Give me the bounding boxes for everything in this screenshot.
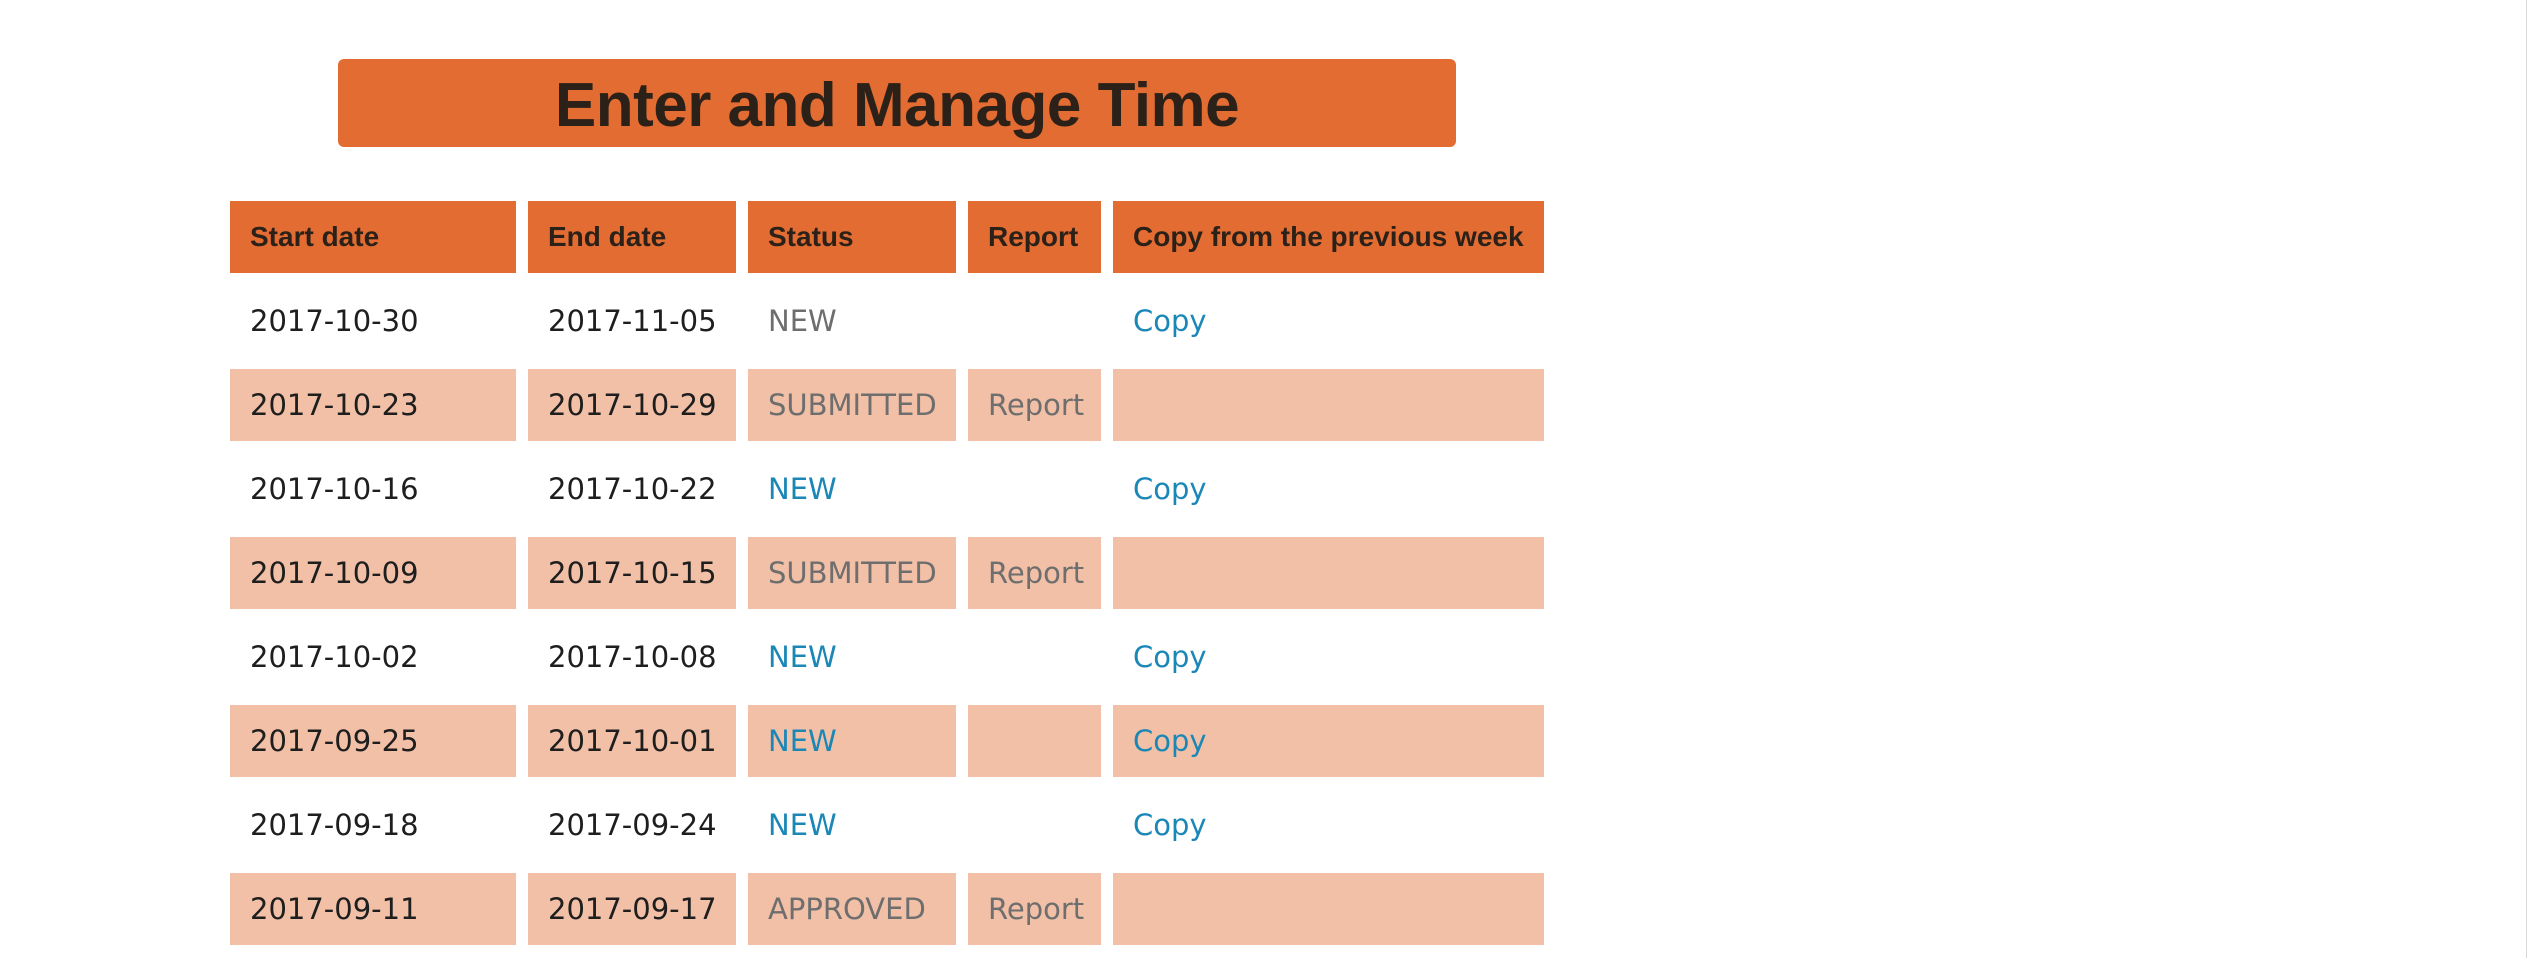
report-cell	[968, 621, 1101, 693]
column-header-report: Report	[968, 201, 1101, 273]
report-cell	[968, 453, 1101, 525]
table-row: 2017-10-23 2017-10-29 SUBMITTED Report	[230, 369, 1544, 441]
status-cell: NEW	[748, 453, 956, 525]
report-cell: Report	[968, 537, 1101, 609]
start-date-cell-text: 2017-10-16	[250, 472, 419, 506]
copy-cell	[1113, 537, 1544, 609]
start-date-cell-text: 2017-10-02	[250, 640, 419, 674]
end-date-cell-text: 2017-10-29	[548, 388, 717, 422]
start-date-cell-text: 2017-10-23	[250, 388, 419, 422]
status-cell-text: SUBMITTED	[768, 388, 937, 422]
copy-cell: Copy	[1113, 453, 1544, 525]
end-date-cell-text: 2017-10-01	[548, 724, 717, 758]
table-header: Start date End date Status Report Copy f…	[230, 201, 1544, 273]
copy-cell	[1113, 369, 1544, 441]
end-date-cell: 2017-10-08	[528, 621, 736, 693]
copy-link[interactable]: Copy	[1133, 304, 1207, 338]
status-cell-text: APPROVED	[768, 892, 926, 926]
table-row: 2017-10-30 2017-11-05 NEW Copy	[230, 285, 1544, 357]
copy-cell	[1113, 873, 1544, 945]
status-cell: SUBMITTED	[748, 369, 956, 441]
copy-link[interactable]: Copy	[1133, 808, 1207, 842]
end-date-cell: 2017-10-29	[528, 369, 736, 441]
end-date-cell-text: 2017-09-24	[548, 808, 717, 842]
report-link[interactable]: Report	[988, 892, 1084, 926]
column-header-status: Status	[748, 201, 956, 273]
start-date-cell: 2017-09-11	[230, 873, 516, 945]
start-date-cell-text: 2017-10-09	[250, 556, 419, 590]
status-cell: SUBMITTED	[748, 537, 956, 609]
start-date-cell: 2017-10-02	[230, 621, 516, 693]
end-date-cell: 2017-09-24	[528, 789, 736, 861]
status-link[interactable]: NEW	[768, 640, 837, 674]
start-date-cell-text: 2017-09-18	[250, 808, 419, 842]
table-row: 2017-10-09 2017-10-15 SUBMITTED Report	[230, 537, 1544, 609]
end-date-cell-text: 2017-09-17	[548, 892, 717, 926]
start-date-cell-text: 2017-09-25	[250, 724, 419, 758]
status-link[interactable]: NEW	[768, 808, 837, 842]
copy-cell: Copy	[1113, 789, 1544, 861]
copy-cell: Copy	[1113, 285, 1544, 357]
status-cell: APPROVED	[748, 873, 956, 945]
table-body: 2017-10-30 2017-11-05 NEW Copy 2017-10-23 201…	[230, 285, 1544, 945]
status-cell: NEW	[748, 285, 956, 357]
page: Enter and Manage Time Start date End dat…	[0, 0, 2530, 958]
report-link[interactable]: Report	[988, 388, 1084, 422]
page-title: Enter and Manage Time	[554, 70, 1240, 140]
start-date-cell-text: 2017-09-11	[250, 892, 419, 926]
table-row: 2017-10-02 2017-10-08 NEW Copy	[230, 621, 1544, 693]
page-title-banner: Enter and Manage Time	[338, 59, 1456, 147]
status-link[interactable]: NEW	[768, 724, 837, 758]
window-edge-divider	[2526, 0, 2527, 958]
status-cell: NEW	[748, 621, 956, 693]
report-cell	[968, 705, 1101, 777]
column-header-copy: Copy from the previous week	[1113, 201, 1544, 273]
report-cell: Report	[968, 873, 1101, 945]
copy-link[interactable]: Copy	[1133, 724, 1207, 758]
start-date-cell: 2017-10-16	[230, 453, 516, 525]
end-date-cell: 2017-10-01	[528, 705, 736, 777]
end-date-cell-text: 2017-10-15	[548, 556, 717, 590]
table-row: 2017-09-18 2017-09-24 NEW Copy	[230, 789, 1544, 861]
start-date-cell: 2017-10-09	[230, 537, 516, 609]
start-date-cell-text: 2017-10-30	[250, 304, 419, 338]
status-cell: NEW	[748, 789, 956, 861]
end-date-cell: 2017-10-22	[528, 453, 736, 525]
report-cell	[968, 789, 1101, 861]
start-date-cell: 2017-09-25	[230, 705, 516, 777]
start-date-cell: 2017-10-30	[230, 285, 516, 357]
status-cell: NEW	[748, 705, 956, 777]
table-header-row: Start date End date Status Report Copy f…	[230, 201, 1544, 273]
table-row: 2017-10-16 2017-10-22 NEW Copy	[230, 453, 1544, 525]
status-link[interactable]: NEW	[768, 472, 837, 506]
status-cell-text: NEW	[768, 304, 837, 338]
column-header-start-date: Start date	[230, 201, 516, 273]
report-cell	[968, 285, 1101, 357]
table-row: 2017-09-25 2017-10-01 NEW Copy	[230, 705, 1544, 777]
end-date-cell: 2017-09-17	[528, 873, 736, 945]
table-row: 2017-09-11 2017-09-17 APPROVED Report	[230, 873, 1544, 945]
copy-link[interactable]: Copy	[1133, 640, 1207, 674]
copy-cell: Copy	[1113, 705, 1544, 777]
end-date-cell: 2017-10-15	[528, 537, 736, 609]
report-cell: Report	[968, 369, 1101, 441]
end-date-cell-text: 2017-10-08	[548, 640, 717, 674]
column-header-end-date: End date	[528, 201, 736, 273]
status-cell-text: SUBMITTED	[768, 556, 937, 590]
timesheet-table: Start date End date Status Report Copy f…	[218, 189, 1556, 957]
copy-link[interactable]: Copy	[1133, 472, 1207, 506]
copy-cell: Copy	[1113, 621, 1544, 693]
report-link[interactable]: Report	[988, 556, 1084, 590]
start-date-cell: 2017-10-23	[230, 369, 516, 441]
end-date-cell: 2017-11-05	[528, 285, 736, 357]
start-date-cell: 2017-09-18	[230, 789, 516, 861]
end-date-cell-text: 2017-10-22	[548, 472, 717, 506]
end-date-cell-text: 2017-11-05	[548, 304, 717, 338]
